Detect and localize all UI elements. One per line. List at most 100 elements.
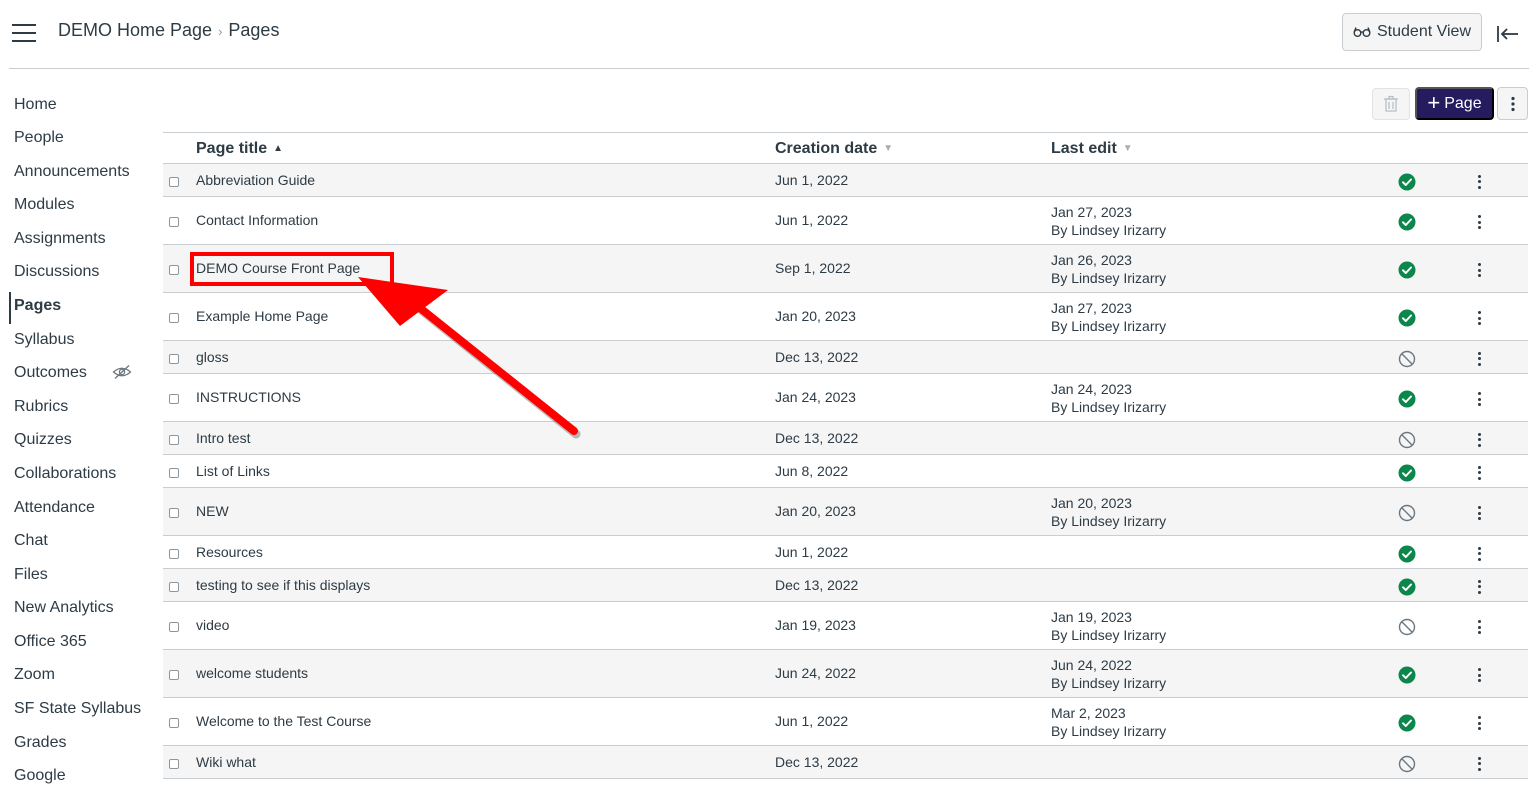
nav-item-office-365[interactable]: Office 365 [14,633,87,651]
nav-item-discussions[interactable]: Discussions [14,263,99,281]
published-check-icon[interactable] [1398,545,1416,563]
row-select-checkbox[interactable] [169,265,179,275]
row-options-kebab-icon[interactable] [1472,545,1486,563]
nav-item-quizzes[interactable]: Quizzes [14,431,72,449]
row-select-checkbox[interactable] [169,467,179,478]
published-check-icon[interactable] [1398,390,1416,408]
row-options-kebab-icon[interactable] [1472,213,1486,231]
nav-item-pages[interactable]: Pages [14,297,61,315]
published-check-icon[interactable] [1398,666,1416,684]
nav-item-assignments[interactable]: Assignments [14,230,106,248]
row-select-checkbox[interactable] [169,313,179,323]
page-title-link[interactable]: testing to see if this displays [196,577,370,593]
nav-item-attendance[interactable]: Attendance [14,499,95,517]
nav-item-google[interactable]: Google [14,767,66,785]
delete-pages-button[interactable] [1372,88,1410,120]
student-view-button[interactable]: Student View [1342,13,1482,51]
row-options-kebab-icon[interactable] [1472,755,1486,773]
published-check-icon[interactable] [1398,213,1416,231]
published-check-icon[interactable] [1398,714,1416,732]
row-options-kebab-icon[interactable] [1472,504,1486,522]
nav-item-rubrics[interactable]: Rubrics [14,398,68,416]
last-edit-author: By Lindsey Irizarry [1051,270,1167,286]
page-title-link[interactable]: Abbreviation Guide [196,172,315,188]
row-select-checkbox[interactable] [169,758,179,769]
nav-item-home[interactable]: Home [14,96,57,114]
row-options-kebab-icon[interactable] [1472,390,1486,408]
last-edit-author: By Lindsey Irizarry [1051,222,1167,238]
nav-item-sf-state-syllabus[interactable]: SF State Syllabus [14,700,141,718]
hamburger-menu-icon[interactable] [12,24,36,42]
row-options-kebab-icon[interactable] [1472,578,1486,596]
page-title-link[interactable]: Resources [196,544,263,560]
page-title-link[interactable]: Welcome to the Test Course [196,713,371,729]
published-check-icon[interactable] [1398,261,1416,279]
last-edit: Jan 20, 2023 By Lindsey Irizarry [1051,494,1166,530]
row-select-checkbox[interactable] [169,176,179,187]
unpublished-icon[interactable] [1398,755,1416,773]
published-check-icon[interactable] [1398,464,1416,482]
published-check-icon[interactable] [1398,173,1416,191]
table-row: gloss Dec 13, 2022 [163,341,1528,374]
row-select-checkbox[interactable] [169,434,179,445]
nav-item-new-analytics[interactable]: New Analytics [14,599,114,617]
nav-item-grades[interactable]: Grades [14,734,66,752]
nav-item-zoom[interactable]: Zoom [14,666,55,684]
page-title-link[interactable]: INSTRUCTIONS [196,389,301,405]
row-select-checkbox[interactable] [169,394,179,404]
unpublished-icon[interactable] [1398,431,1416,449]
row-options-kebab-icon[interactable] [1472,173,1486,191]
collapse-sidebar-icon[interactable] [1494,22,1522,46]
nav-item-collaborations[interactable]: Collaborations [14,465,116,483]
nav-item-people[interactable]: People [14,129,64,147]
published-check-icon[interactable] [1398,309,1416,327]
last-edit-author: By Lindsey Irizarry [1051,513,1167,529]
published-check-icon[interactable] [1398,578,1416,596]
nav-item-files[interactable]: Files [14,566,48,584]
row-select-checkbox[interactable] [169,548,179,559]
sort-ascending-icon: ▲ [273,143,284,154]
creation-date: Jun 1, 2022 [775,171,849,188]
column-header-page-title[interactable]: Page title ▲ [196,140,283,158]
row-select-checkbox[interactable] [169,508,179,518]
nav-item-chat[interactable]: Chat [14,532,48,550]
nav-item-outcomes[interactable]: Outcomes [14,364,87,382]
column-header-creation-date[interactable]: Creation date ▼ [775,140,893,158]
page-title-link[interactable]: NEW [196,503,229,519]
unpublished-icon[interactable] [1398,618,1416,636]
nav-item-modules[interactable]: Modules [14,196,74,214]
row-options-kebab-icon[interactable] [1472,261,1486,279]
page-title-link[interactable]: List of Links [196,463,270,479]
row-select-checkbox[interactable] [169,353,179,364]
row-select-checkbox[interactable] [169,718,179,728]
page-title-link[interactable]: Wiki what [196,754,256,770]
column-header-last-edit[interactable]: Last edit ▼ [1051,140,1133,158]
add-page-button[interactable]: + Page [1415,87,1494,120]
row-options-kebab-icon[interactable] [1472,666,1486,684]
active-nav-indicator [9,292,11,324]
row-options-kebab-icon[interactable] [1472,618,1486,636]
unpublished-icon[interactable] [1398,350,1416,368]
breadcrumb-course-link[interactable]: DEMO Home Page [58,20,212,40]
page-title-link[interactable]: Example Home Page [196,308,328,324]
page-title-link[interactable]: video [196,617,229,633]
row-options-kebab-icon[interactable] [1472,350,1486,368]
row-options-kebab-icon[interactable] [1472,431,1486,449]
row-options-kebab-icon[interactable] [1472,464,1486,482]
row-select-checkbox[interactable] [169,217,179,227]
nav-item-announcements[interactable]: Announcements [14,163,130,181]
row-select-checkbox[interactable] [169,622,179,632]
page-title-link[interactable]: gloss [196,349,229,365]
row-options-kebab-icon[interactable] [1472,714,1486,732]
more-options-button[interactable] [1497,87,1528,120]
row-select-checkbox[interactable] [169,581,179,592]
page-title-link[interactable]: welcome students [196,665,308,681]
page-title-link[interactable]: Contact Information [196,212,318,228]
row-options-kebab-icon[interactable] [1472,309,1486,327]
last-edit: Jan 27, 2023 By Lindsey Irizarry [1051,203,1166,239]
table-row: Intro test Dec 13, 2022 [163,422,1528,455]
unpublished-icon[interactable] [1398,504,1416,522]
nav-item-syllabus[interactable]: Syllabus [14,331,74,349]
page-title-link[interactable]: Intro test [196,430,250,446]
row-select-checkbox[interactable] [169,670,179,680]
